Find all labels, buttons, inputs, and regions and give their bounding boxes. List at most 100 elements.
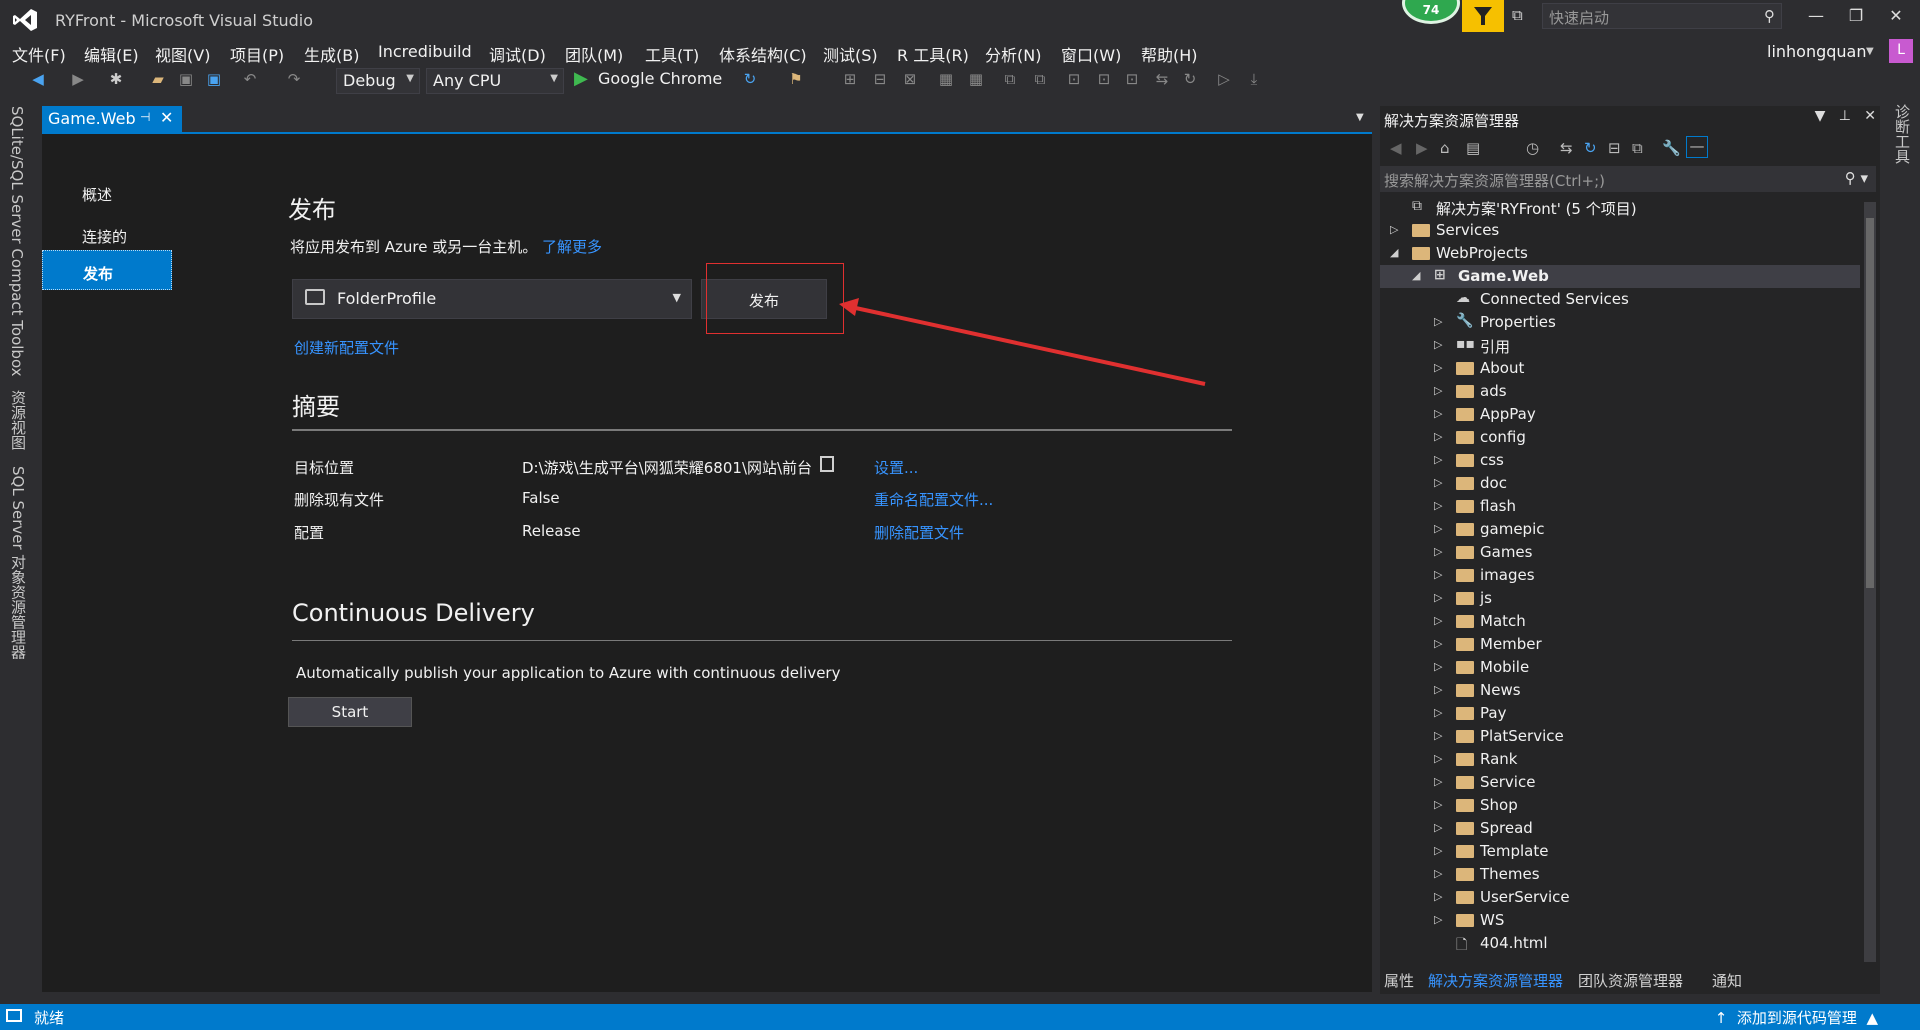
expand-arrow-icon[interactable]: ▷ bbox=[1434, 384, 1442, 397]
nav-connected-services[interactable]: 连接的服务 bbox=[42, 214, 172, 267]
tree-item[interactable]: ▷ Service bbox=[1380, 771, 1860, 794]
learn-more-link[interactable]: 了解更多 bbox=[542, 236, 602, 257]
menu-test[interactable]: 测试(S) bbox=[823, 42, 878, 66]
menu-r-tools[interactable]: R 工具(R) bbox=[897, 42, 969, 66]
menu-team[interactable]: 团队(M) bbox=[565, 42, 623, 66]
tree-item[interactable]: ▷ Rank bbox=[1380, 748, 1860, 771]
refresh-icon[interactable]: ↻ bbox=[1584, 139, 1597, 157]
tree-item[interactable]: ▷ flash bbox=[1380, 495, 1860, 518]
expand-arrow-icon[interactable]: ▷ bbox=[1434, 315, 1442, 328]
step-into-icon[interactable]: ⤓ bbox=[1244, 70, 1264, 90]
add-to-source-control-button[interactable]: ↑ 添加到源代码管理 ▲ bbox=[1715, 1007, 1878, 1028]
back-icon[interactable]: ◀ bbox=[1390, 139, 1402, 157]
toolbar-icon[interactable]: ↻ bbox=[1180, 70, 1200, 90]
collapse-arrow-icon[interactable]: ◢ bbox=[1412, 269, 1420, 282]
sync-icon[interactable]: ⇆ bbox=[1560, 139, 1573, 157]
tree-item[interactable]: ▷ Games bbox=[1380, 541, 1860, 564]
tree-item[interactable]: ▷ Themes bbox=[1380, 863, 1860, 886]
menu-project[interactable]: 项目(P) bbox=[230, 42, 284, 66]
expand-arrow-icon[interactable]: ▷ bbox=[1434, 637, 1442, 650]
tab-team-explorer[interactable]: 团队资源管理器 bbox=[1578, 970, 1683, 991]
diagnostic-tools-tab[interactable]: 诊断工具 bbox=[1892, 104, 1913, 164]
tree-item[interactable]: ▷ News bbox=[1380, 679, 1860, 702]
tree-item[interactable]: ▷ PlatService bbox=[1380, 725, 1860, 748]
expand-arrow-icon[interactable]: ▷ bbox=[1434, 706, 1442, 719]
tab-game-web[interactable]: Game.Web ⊣ ✕ bbox=[42, 106, 182, 132]
tree-item[interactable]: ▷ Shop bbox=[1380, 794, 1860, 817]
tree-item[interactable]: ☁ Connected Services bbox=[1380, 288, 1860, 311]
toolbar-icon[interactable]: ⧉ bbox=[1030, 70, 1050, 90]
tree-item[interactable]: ▷ 🔧 Properties bbox=[1380, 311, 1860, 334]
expand-arrow-icon[interactable]: ▷ bbox=[1434, 821, 1442, 834]
expand-arrow-icon[interactable]: ▷ bbox=[1434, 614, 1442, 627]
panel-menu-icon[interactable]: ▼ bbox=[1815, 108, 1826, 124]
menu-help[interactable]: 帮助(H) bbox=[1141, 42, 1198, 66]
close-icon[interactable]: ✕ bbox=[160, 108, 173, 127]
tree-item[interactable]: ⧉ 解决方案'RYFront' (5 个项目) bbox=[1380, 196, 1860, 219]
toolbar-icon[interactable]: ⇆ bbox=[1152, 70, 1172, 90]
show-all-files-icon[interactable]: ⧉ bbox=[1632, 139, 1643, 157]
tree-item[interactable]: ▷ WS bbox=[1380, 909, 1860, 932]
browser-link-icon[interactable]: ⚑ bbox=[786, 70, 806, 90]
vertical-scrollbar[interactable] bbox=[1864, 202, 1876, 962]
menu-view[interactable]: 视图(V) bbox=[155, 42, 210, 66]
sqlite-toolbox-tab[interactable]: SQLite/SQL Server Compact Toolbox bbox=[8, 106, 26, 377]
toolbar-icon[interactable]: ⊟ bbox=[870, 70, 890, 90]
expand-arrow-icon[interactable]: ▷ bbox=[1434, 545, 1442, 558]
run-icon[interactable]: ▶ bbox=[574, 68, 588, 89]
toolbar-icon[interactable]: ⊞ bbox=[840, 70, 860, 90]
tree-item[interactable]: ▷ Member bbox=[1380, 633, 1860, 656]
expand-arrow-icon[interactable]: ▷ bbox=[1434, 591, 1442, 604]
rename-profile-link[interactable]: 重命名配置文件... bbox=[874, 489, 993, 510]
preview-icon[interactable]: — bbox=[1686, 136, 1708, 158]
expand-arrow-icon[interactable]: ▷ bbox=[1434, 430, 1442, 443]
configuration-select[interactable]: Debug ▼ bbox=[336, 68, 420, 94]
nav-publish[interactable]: 发布 bbox=[42, 250, 172, 290]
tree-item[interactable]: 🗋 404.html bbox=[1380, 932, 1860, 955]
menu-debug[interactable]: 调试(D) bbox=[489, 42, 546, 66]
expand-arrow-icon[interactable]: ▷ bbox=[1434, 913, 1442, 926]
expand-arrow-icon[interactable]: ▷ bbox=[1390, 223, 1398, 236]
close-window-button[interactable]: ✕ bbox=[1878, 6, 1914, 30]
open-file-icon[interactable]: ▰ bbox=[148, 70, 168, 90]
nav-overview[interactable]: 概述 bbox=[42, 172, 172, 212]
tree-item[interactable]: ◢ ⊞ Game.Web bbox=[1380, 265, 1860, 288]
expand-arrow-icon[interactable]: ▷ bbox=[1434, 752, 1442, 765]
undo-icon[interactable]: ↶ bbox=[240, 70, 260, 90]
solution-search-input[interactable]: 搜索解决方案资源管理器(Ctrl+;) ⚲ ▾ bbox=[1380, 166, 1876, 192]
refresh-icon[interactable]: ↻ bbox=[740, 70, 760, 90]
resource-view-tab[interactable]: 资源视图 bbox=[8, 390, 29, 450]
menu-tools[interactable]: 工具(T) bbox=[645, 42, 699, 66]
avatar[interactable]: L bbox=[1889, 39, 1913, 63]
tree-item[interactable]: ▷ css bbox=[1380, 449, 1860, 472]
expand-arrow-icon[interactable]: ▷ bbox=[1434, 660, 1442, 673]
new-project-icon[interactable]: ✱ bbox=[106, 70, 126, 90]
expand-arrow-icon[interactable]: ▷ bbox=[1434, 729, 1442, 742]
save-all-icon[interactable]: ▣ bbox=[204, 70, 224, 90]
toolbar-icon[interactable]: ▦ bbox=[966, 70, 986, 90]
tree-item[interactable]: ▷ Mobile bbox=[1380, 656, 1860, 679]
tab-properties[interactable]: 属性 bbox=[1384, 970, 1414, 991]
tree-item[interactable]: ▷ About bbox=[1380, 357, 1860, 380]
menu-build[interactable]: 生成(B) bbox=[304, 42, 359, 66]
forward-icon[interactable]: ▶ bbox=[1416, 139, 1428, 157]
home-icon[interactable]: ⌂ bbox=[1440, 139, 1450, 157]
feedback-filter-button[interactable] bbox=[1462, 0, 1504, 32]
expand-arrow-icon[interactable]: ▷ bbox=[1434, 775, 1442, 788]
redo-icon[interactable]: ↷ bbox=[284, 70, 304, 90]
settings-link[interactable]: 设置... bbox=[874, 457, 918, 478]
create-profile-link[interactable]: 创建新配置文件 bbox=[294, 337, 399, 358]
tree-item[interactable]: ▷ UserService bbox=[1380, 886, 1860, 909]
screen-share-icon[interactable]: ⧉ bbox=[1512, 6, 1532, 26]
account-dropdown-icon[interactable]: ▼ bbox=[1866, 46, 1874, 57]
tab-list-dropdown-icon[interactable]: ▼ bbox=[1356, 112, 1364, 123]
menu-incredibuild[interactable]: Incredibuild bbox=[378, 42, 472, 61]
start-button[interactable]: Start bbox=[288, 697, 412, 727]
tree-item[interactable]: ▷ Match bbox=[1380, 610, 1860, 633]
properties-icon[interactable]: 🔧 bbox=[1662, 139, 1681, 157]
expand-arrow-icon[interactable]: ▷ bbox=[1434, 798, 1442, 811]
toolbar-icon[interactable]: ⧉ bbox=[1000, 70, 1020, 90]
start-without-debugging-icon[interactable]: ▷ bbox=[1214, 70, 1234, 90]
scrollbar-thumb[interactable] bbox=[1866, 218, 1874, 588]
maximize-button[interactable]: ❐ bbox=[1838, 6, 1874, 30]
